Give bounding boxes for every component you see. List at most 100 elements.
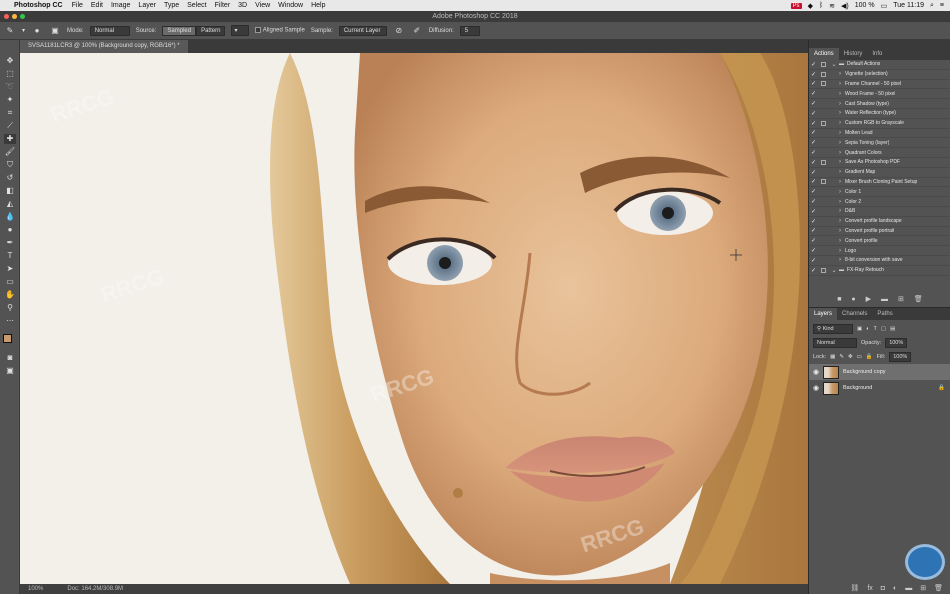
type-tool-icon[interactable]: T: [4, 251, 16, 261]
dialog-toggle-icon[interactable]: [819, 227, 828, 234]
dialog-toggle-icon[interactable]: [819, 100, 828, 107]
action-row[interactable]: ✓ › Save As Photoshop PDF: [809, 158, 950, 168]
filter-type-icon[interactable]: T: [874, 326, 877, 332]
ignore-adjustment-layers-icon[interactable]: ⊘: [393, 25, 405, 37]
chevron-right-icon[interactable]: ›: [835, 228, 845, 234]
chevron-right-icon[interactable]: ›: [835, 238, 845, 244]
dialog-toggle-icon[interactable]: [819, 61, 828, 68]
diffusion-input[interactable]: 5: [459, 25, 480, 36]
move-tool-icon[interactable]: ✥: [4, 56, 16, 66]
dialog-toggle-icon[interactable]: [819, 169, 828, 176]
zoom-level[interactable]: 100%: [28, 584, 43, 594]
action-toggle-check-icon[interactable]: ✓: [809, 149, 818, 156]
dialog-toggle-icon[interactable]: [819, 267, 828, 274]
pen-tool-icon[interactable]: ✒: [4, 238, 16, 248]
sample-select[interactable]: Current Layer: [338, 25, 387, 36]
eyedropper-tool-icon[interactable]: ⟋: [4, 121, 16, 131]
dialog-toggle-icon[interactable]: [819, 218, 828, 225]
action-toggle-check-icon[interactable]: ✓: [809, 71, 818, 78]
action-row[interactable]: ✓ › Mixer Brush Cloning Paint Setup: [809, 178, 950, 188]
dialog-toggle-icon[interactable]: [819, 208, 828, 215]
healing-brush-tool-icon[interactable]: ✚: [4, 134, 16, 144]
quick-mask-icon[interactable]: ◙: [4, 353, 16, 363]
action-row[interactable]: ✓ › D&B: [809, 207, 950, 217]
dialog-toggle-icon[interactable]: [819, 257, 828, 264]
tab-paths[interactable]: Paths: [872, 308, 897, 320]
chevron-right-icon[interactable]: ›: [835, 199, 845, 205]
foreground-color-swatch[interactable]: [3, 334, 12, 343]
action-row[interactable]: ✓ › Quadrant Colors: [809, 148, 950, 158]
dodge-tool-icon[interactable]: ●: [4, 225, 16, 235]
chevron-right-icon[interactable]: ›: [835, 91, 845, 97]
action-toggle-check-icon[interactable]: ✓: [809, 178, 818, 185]
menu-filter[interactable]: Filter: [215, 2, 231, 9]
new-layer-icon[interactable]: ⊞: [920, 584, 926, 592]
action-toggle-check-icon[interactable]: ✓: [809, 120, 818, 127]
chevron-right-icon[interactable]: ›: [835, 150, 845, 156]
layer-row[interactable]: ◉ Background copy: [809, 364, 950, 380]
minimize-window-button[interactable]: [12, 14, 17, 19]
dialog-toggle-icon[interactable]: [819, 159, 828, 166]
lock-pixels-icon[interactable]: ▦: [830, 354, 835, 360]
wifi-icon[interactable]: ≋: [829, 2, 835, 10]
new-action-icon[interactable]: ⊞: [898, 295, 904, 303]
app-menu[interactable]: Photoshop CC: [14, 2, 63, 9]
hand-tool-icon[interactable]: ✋: [4, 290, 16, 300]
blur-tool-icon[interactable]: 💧: [4, 212, 16, 222]
action-toggle-check-icon[interactable]: ✓: [809, 100, 818, 107]
chevron-right-icon[interactable]: ›: [835, 189, 845, 195]
action-row[interactable]: ✓ › Cast Shadow (type): [809, 99, 950, 109]
fill-input[interactable]: 100%: [889, 352, 912, 362]
action-toggle-check-icon[interactable]: ✓: [809, 247, 818, 254]
action-toggle-check-icon[interactable]: ✓: [809, 267, 818, 274]
chevron-right-icon[interactable]: ›: [835, 159, 845, 165]
tool-preset-chevron-down-icon[interactable]: ▾: [22, 27, 25, 34]
paint-bucket-tool-icon[interactable]: ◭: [4, 199, 16, 209]
document-canvas[interactable]: RRCG RRCG RRCG RRCG: [20, 53, 808, 584]
stop-icon[interactable]: ■: [837, 296, 841, 303]
marquee-tool-icon[interactable]: ⬚: [4, 69, 16, 79]
lasso-tool-icon[interactable]: ➰: [4, 82, 16, 92]
adjustment-layer-icon[interactable]: ◐: [893, 585, 897, 592]
brush-preset-icon[interactable]: ●: [31, 25, 43, 37]
more-tools-icon[interactable]: ⋯: [4, 316, 16, 326]
action-toggle-check-icon[interactable]: ✓: [809, 80, 818, 87]
tab-actions[interactable]: Actions: [809, 48, 839, 60]
tab-layers[interactable]: Layers: [809, 308, 838, 320]
action-row[interactable]: ✓ ⌄ ▬ Default Actions: [809, 60, 950, 70]
close-window-button[interactable]: [4, 14, 9, 19]
menu-help[interactable]: Help: [311, 2, 325, 9]
brush-tool-icon[interactable]: 🖌: [4, 147, 16, 157]
new-set-icon[interactable]: ▬: [881, 296, 888, 303]
dropbox-icon[interactable]: ◆: [808, 2, 813, 10]
play-icon[interactable]: ▶: [866, 295, 871, 303]
action-row[interactable]: ✓ › Convert profile portrait: [809, 227, 950, 237]
tab-info[interactable]: Info: [867, 48, 887, 60]
menu-layer[interactable]: Layer: [138, 2, 156, 9]
layer-lock-icon[interactable]: 🔒: [938, 385, 945, 391]
rectangle-tool-icon[interactable]: ▭: [4, 277, 16, 287]
action-row[interactable]: ✓ › Vignette (selection): [809, 70, 950, 80]
chevron-right-icon[interactable]: ›: [835, 218, 845, 224]
chevron-down-icon[interactable]: ⌄: [829, 61, 839, 68]
bluetooth-icon[interactable]: ᛒ: [819, 2, 823, 9]
dialog-toggle-icon[interactable]: [819, 139, 828, 146]
lock-artboard-icon[interactable]: ▭: [857, 354, 862, 360]
clock[interactable]: Tue 11:19: [893, 2, 924, 9]
dialog-toggle-icon[interactable]: [819, 120, 828, 127]
chevron-right-icon[interactable]: ›: [835, 110, 845, 116]
dialog-toggle-icon[interactable]: [819, 80, 828, 87]
filter-pixel-icon[interactable]: ▣: [857, 326, 862, 332]
layer-style-icon[interactable]: fx: [867, 585, 872, 592]
chevron-right-icon[interactable]: ›: [835, 169, 845, 175]
mode-select[interactable]: Normal: [89, 25, 130, 36]
action-row[interactable]: ✓ › Water Reflection (type): [809, 109, 950, 119]
dialog-toggle-icon[interactable]: [819, 90, 828, 97]
chevron-right-icon[interactable]: ›: [835, 248, 845, 254]
document-tab[interactable]: SVSA1181LCR3 @ 100% (Background copy, RG…: [20, 40, 188, 53]
action-toggle-check-icon[interactable]: ✓: [809, 110, 818, 117]
action-row[interactable]: ✓ ⌄ ▬ FX-Ray Retouch: [809, 266, 950, 276]
aligned-sample-checkbox[interactable]: [255, 27, 262, 34]
chevron-right-icon[interactable]: ›: [835, 179, 845, 185]
layer-row[interactable]: ◉ Background 🔒: [809, 380, 950, 396]
